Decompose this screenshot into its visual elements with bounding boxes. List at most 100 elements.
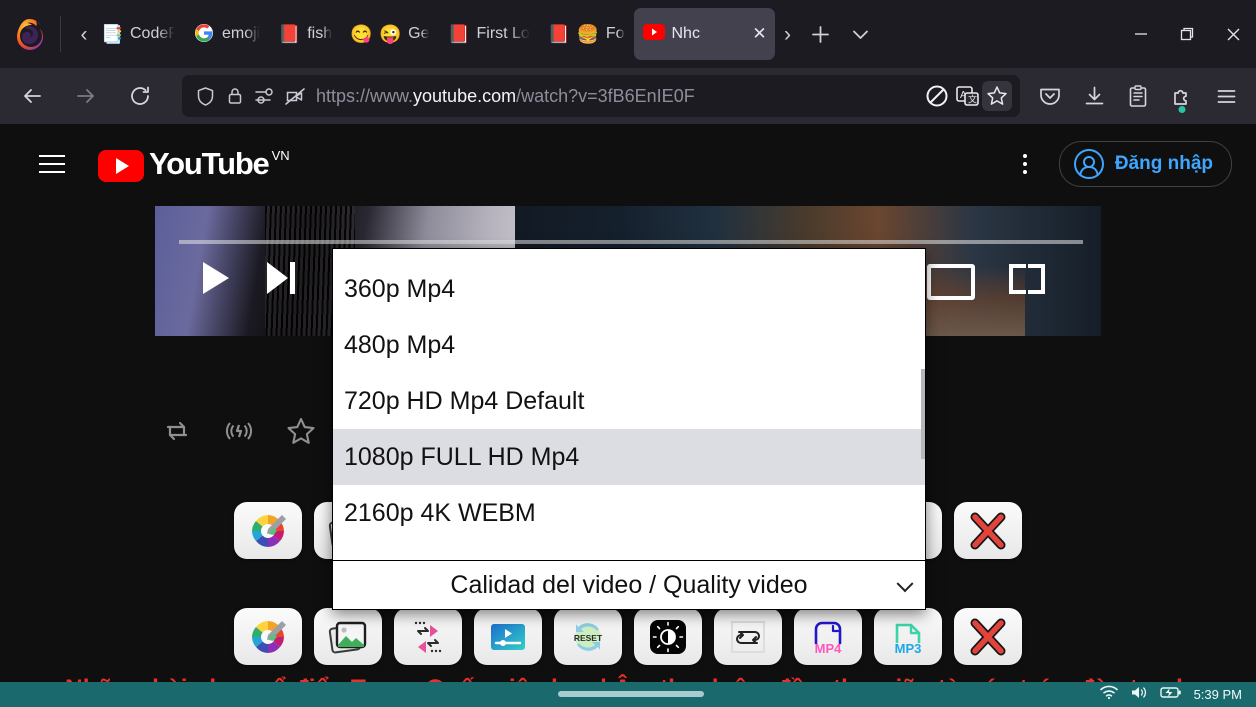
battery-charging-icon[interactable] bbox=[1159, 685, 1182, 704]
youtube-masthead: YouTube VN Đăng nhập bbox=[0, 124, 1256, 204]
url-bar[interactable]: https://www.youtube.com/watch?v=3fB6EnIE… bbox=[182, 75, 1020, 117]
color-picker-button[interactable] bbox=[234, 502, 302, 559]
no-camera-icon[interactable] bbox=[280, 81, 310, 111]
tab-label: Ge bbox=[408, 25, 430, 42]
color-picker-button[interactable] bbox=[234, 608, 302, 665]
dropdown-option-480p[interactable]: 480p Mp4 bbox=[333, 317, 925, 373]
bookmark-star-icon[interactable] bbox=[982, 81, 1012, 111]
tab-active-youtube[interactable]: Nhc ✕ bbox=[633, 8, 775, 60]
star-icon[interactable] bbox=[284, 414, 318, 448]
taskbar-clock[interactable]: 5:39 PM bbox=[1194, 687, 1242, 702]
firefox-logo-icon bbox=[12, 17, 46, 51]
image-button[interactable] bbox=[314, 608, 382, 665]
youtube-icon bbox=[642, 23, 665, 45]
dropdown-option-720p[interactable]: 720p HD Mp4 Default bbox=[333, 373, 925, 429]
wifi-icon[interactable] bbox=[1099, 685, 1118, 705]
video-title: Những bài nhạc cổ điển Trung Quốc siêu h… bbox=[40, 668, 1216, 682]
youtube-country-code: VN bbox=[271, 148, 290, 163]
tab-label: fish bbox=[307, 25, 333, 42]
brightness-button[interactable] bbox=[634, 608, 702, 665]
minimize-window-button[interactable] bbox=[1118, 0, 1164, 68]
close-icon[interactable]: ✕ bbox=[749, 24, 771, 44]
guide-menu-icon[interactable] bbox=[28, 140, 76, 188]
dropdown-scrollbar[interactable] bbox=[921, 249, 925, 560]
svg-text:文: 文 bbox=[968, 94, 977, 105]
blocked-icon[interactable] bbox=[922, 81, 952, 111]
notebook-emoji-icon: 📕 bbox=[447, 24, 470, 44]
tab-ge[interactable]: 😋 😜 Ge bbox=[341, 8, 438, 60]
dropdown-option-1080p[interactable]: 1080p FULL HD Mp4 bbox=[333, 429, 925, 485]
windows-taskbar: 5:39 PM bbox=[0, 682, 1256, 707]
video-settings-button[interactable] bbox=[474, 608, 542, 665]
dropdown-scrollbar-thumb[interactable] bbox=[921, 369, 925, 459]
scroll-tabs-left-button[interactable]: ‹ bbox=[71, 14, 97, 54]
svg-text:RESET: RESET bbox=[574, 633, 603, 643]
sign-in-button[interactable]: Đăng nhập bbox=[1058, 141, 1232, 187]
convert-button[interactable] bbox=[394, 608, 462, 665]
shield-icon[interactable] bbox=[190, 81, 220, 111]
taskbar-drag-handle[interactable] bbox=[558, 691, 704, 697]
mp3-button[interactable]: MP3 bbox=[874, 608, 942, 665]
pocket-icon[interactable] bbox=[1028, 76, 1072, 116]
sign-in-label: Đăng nhập bbox=[1114, 153, 1213, 174]
url-bar-right-icons: A 文 bbox=[922, 81, 1012, 111]
permissions-icon[interactable] bbox=[250, 81, 280, 111]
quality-select-label: Calidad del video / Quality video bbox=[450, 570, 808, 599]
url-text: https://www.youtube.com/watch?v=3fB6EnIE… bbox=[316, 85, 695, 106]
quality-options-list[interactable]: Calidad del video / Quality video 360p M… bbox=[333, 249, 925, 561]
tab-label: emoji bbox=[222, 25, 261, 42]
cast-audio-icon[interactable] bbox=[222, 414, 256, 448]
more-options-icon[interactable] bbox=[1003, 142, 1047, 186]
volume-icon[interactable] bbox=[1130, 685, 1148, 705]
youtube-play-icon bbox=[98, 150, 144, 182]
close-button[interactable] bbox=[954, 502, 1022, 559]
tab-label: Fo bbox=[605, 25, 625, 42]
player-progress-bar[interactable] bbox=[179, 240, 1083, 244]
quality-select-box[interactable]: Calidad del video / Quality video bbox=[333, 561, 925, 609]
clipboard-icon[interactable] bbox=[1116, 76, 1160, 116]
browser-toolbar-right bbox=[1028, 76, 1248, 116]
back-button[interactable] bbox=[10, 76, 54, 116]
tab-first-lo[interactable]: 📕 First Lo bbox=[438, 8, 538, 60]
loop-button[interactable] bbox=[714, 608, 782, 665]
close-button[interactable] bbox=[954, 608, 1022, 665]
reload-button[interactable] bbox=[118, 76, 162, 116]
tab-fish[interactable]: 📕 fish bbox=[269, 8, 341, 60]
list-all-tabs-button[interactable] bbox=[841, 14, 881, 54]
tab-emoji[interactable]: emoji bbox=[184, 8, 269, 60]
scroll-tabs-right-button[interactable]: › bbox=[775, 14, 801, 54]
quality-select-dropdown[interactable]: Calidad del video / Quality video 360p M… bbox=[332, 248, 926, 610]
tabs-container: 📑 CodeP emoji 📕 fish 😋 😜 Ge 📕 First Lo 📕… bbox=[97, 8, 775, 60]
reset-button[interactable]: RESET bbox=[554, 608, 622, 665]
dropdown-option-2160p[interactable]: 2160p 4K WEBM bbox=[333, 485, 925, 541]
tab-codepen[interactable]: 📑 CodeP bbox=[97, 8, 184, 60]
theater-mode-icon[interactable] bbox=[927, 264, 975, 300]
downloads-icon[interactable] bbox=[1072, 76, 1116, 116]
dropdown-option-header[interactable]: Calidad del video / Quality video bbox=[333, 249, 925, 261]
mp4-button[interactable]: MP4 bbox=[794, 608, 862, 665]
forward-button[interactable] bbox=[64, 76, 108, 116]
youtube-logo[interactable]: YouTube VN bbox=[98, 146, 290, 182]
loop-icon[interactable] bbox=[160, 414, 194, 448]
lock-icon[interactable] bbox=[220, 81, 250, 111]
extensions-icon[interactable] bbox=[1160, 76, 1204, 116]
page-viewport: YouTube VN Đăng nhập RESET MP4 MP3 360p … bbox=[0, 124, 1256, 682]
smiley-emoji-icon: 😋 bbox=[350, 24, 373, 44]
extension-badge-dot bbox=[1178, 106, 1186, 113]
app-menu-icon[interactable] bbox=[1204, 76, 1248, 116]
tab-fo[interactable]: 📕 🍔 Fo bbox=[539, 8, 634, 60]
next-video-icon[interactable] bbox=[267, 262, 295, 294]
dropdown-option-360p[interactable]: 360p Mp4 bbox=[333, 261, 925, 317]
tab-label: CodeP bbox=[130, 25, 175, 42]
new-tab-button[interactable] bbox=[801, 14, 841, 54]
browser-chrome: ‹ 📑 CodeP emoji 📕 fish 😋 😜 Ge 📕 First Lo… bbox=[0, 0, 1256, 124]
notebook-emoji-icon: 📕 bbox=[278, 24, 301, 44]
close-window-button[interactable] bbox=[1210, 0, 1256, 68]
grin-emoji-icon: 😜 bbox=[379, 24, 402, 44]
hamburger-emoji-icon: 🍔 bbox=[576, 24, 599, 44]
translate-icon[interactable]: A 文 bbox=[952, 81, 982, 111]
play-button-icon[interactable] bbox=[203, 262, 229, 294]
maximize-window-button[interactable] bbox=[1164, 0, 1210, 68]
svg-text:MP3: MP3 bbox=[895, 641, 922, 656]
fullscreen-icon[interactable] bbox=[1009, 264, 1045, 294]
